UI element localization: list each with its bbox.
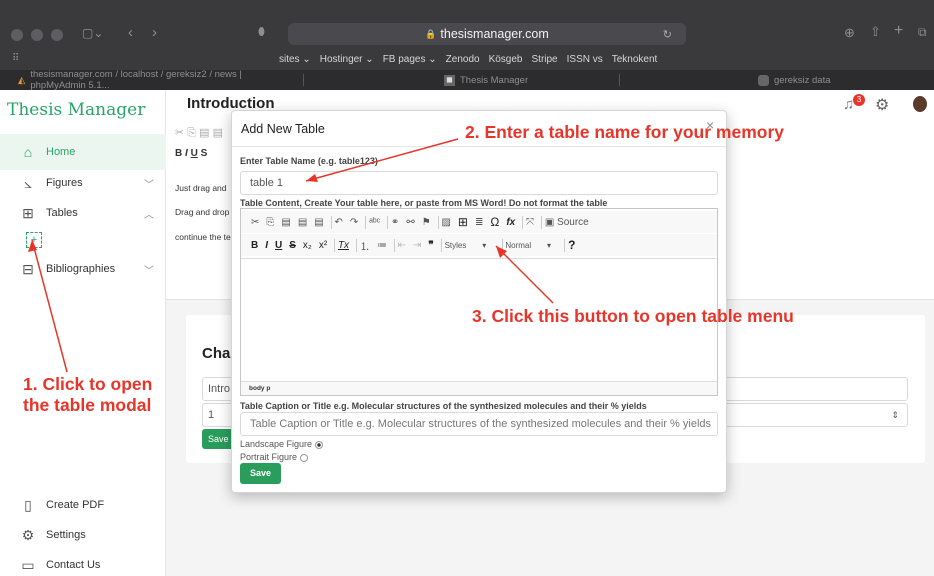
arrow-1-line	[31, 239, 68, 373]
arrow-2-head	[306, 174, 318, 182]
annotation-arrows	[28, 138, 554, 373]
arrow-2-line	[305, 138, 459, 182]
annotation-step-1b: the table modal	[23, 395, 152, 415]
annotation-step-2: 2. Enter a table name for your memory	[465, 122, 784, 142]
annotation-step-1: 1. Click to open	[23, 374, 153, 394]
annotation-step-3: 3. Click this button to open table menu	[472, 306, 794, 326]
arrow-1-head	[28, 240, 37, 252]
arrow-3-line	[495, 245, 554, 304]
